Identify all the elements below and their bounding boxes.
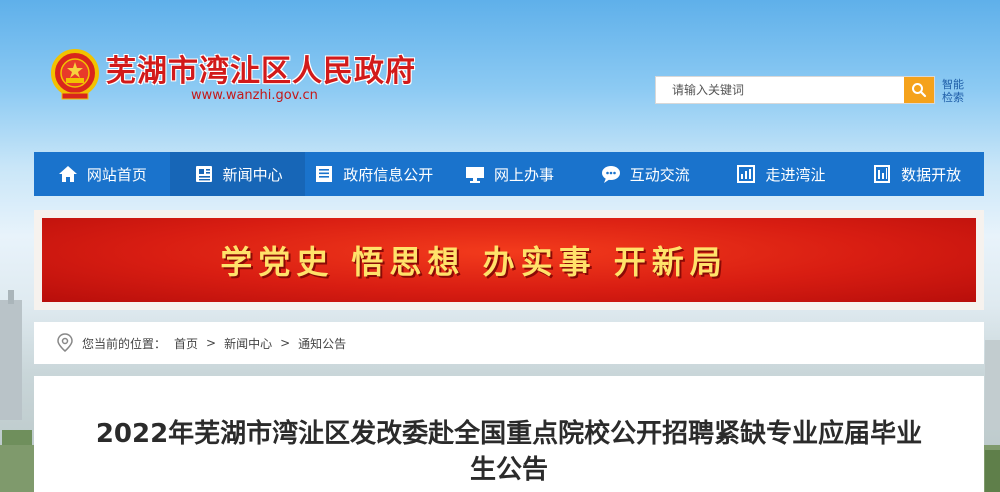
- location-pin-icon: [57, 333, 73, 352]
- breadcrumb-home[interactable]: 首页: [174, 335, 198, 352]
- search-box: [655, 76, 935, 104]
- monitor-icon: [466, 167, 484, 183]
- nav-item-label: 网站首页: [86, 165, 147, 184]
- nav-item-label: 新闻中心: [222, 165, 283, 184]
- breadcrumb-separator: >: [206, 336, 217, 350]
- search-button[interactable]: [904, 77, 934, 103]
- site-title[interactable]: 芜湖市湾沚区人民政府: [106, 46, 416, 90]
- nav-item-label: 网上办事: [494, 165, 555, 184]
- nav-item-open-data[interactable]: 数据开放: [848, 152, 984, 196]
- nav-item-gov-info[interactable]: 政府信息公开: [305, 152, 441, 196]
- nav-item-interaction[interactable]: 互动交流: [577, 152, 713, 196]
- nav-item-news[interactable]: 新闻中心: [169, 152, 306, 196]
- slogan-banner[interactable]: 学党史 悟思想 办实事 开新局: [42, 218, 976, 302]
- breadcrumb-news-center[interactable]: 新闻中心: [224, 335, 272, 352]
- nav-item-label: 政府信息公开: [343, 165, 434, 184]
- breadcrumb-notices[interactable]: 通知公告: [298, 335, 346, 352]
- breadcrumb-prefix: 您当前的位置：: [82, 336, 167, 351]
- main-nav: 网站首页 新闻中心 政府信息公开 网上办事 互动交流 走进湾沚 数据开放: [34, 152, 984, 196]
- breadcrumb: 您当前的位置： 首页 > 新闻中心 > 通知公告: [34, 322, 984, 364]
- breadcrumb-separator: >: [280, 336, 291, 350]
- nav-item-about-wanzhi[interactable]: 走进湾沚: [713, 152, 849, 196]
- national-emblem-icon: [51, 49, 99, 100]
- banner-container: 学党史 悟思想 办实事 开新局: [34, 210, 984, 310]
- building-icon: [737, 165, 756, 183]
- smart-search-link[interactable]: 智能检索: [942, 78, 968, 104]
- data-icon: [874, 165, 891, 183]
- document-icon: [316, 166, 333, 182]
- nav-item-online-services[interactable]: 网上办事: [441, 152, 577, 196]
- site-url[interactable]: www.wanzhi.gov.cn: [191, 88, 318, 103]
- chat-icon: [601, 166, 620, 183]
- search-input[interactable]: [656, 77, 904, 103]
- news-icon: [195, 166, 212, 182]
- nav-item-label: 数据开放: [901, 165, 962, 184]
- search-icon: [912, 83, 927, 98]
- nav-item-home[interactable]: 网站首页: [34, 152, 170, 196]
- article-title: 2022年芜湖市湾沚区发改委赴全国重点院校公开招聘紧缺专业应届毕业生公告: [95, 419, 923, 485]
- nav-item-label: 互动交流: [629, 165, 690, 184]
- nav-item-label: 走进湾沚: [765, 165, 826, 184]
- article-panel: 2022年芜湖市湾沚区发改委赴全国重点院校公开招聘紧缺专业应届毕业生公告: [34, 376, 984, 492]
- banner-slogan: 学党史 悟思想 办实事 开新局: [220, 243, 728, 281]
- home-icon: [58, 166, 77, 182]
